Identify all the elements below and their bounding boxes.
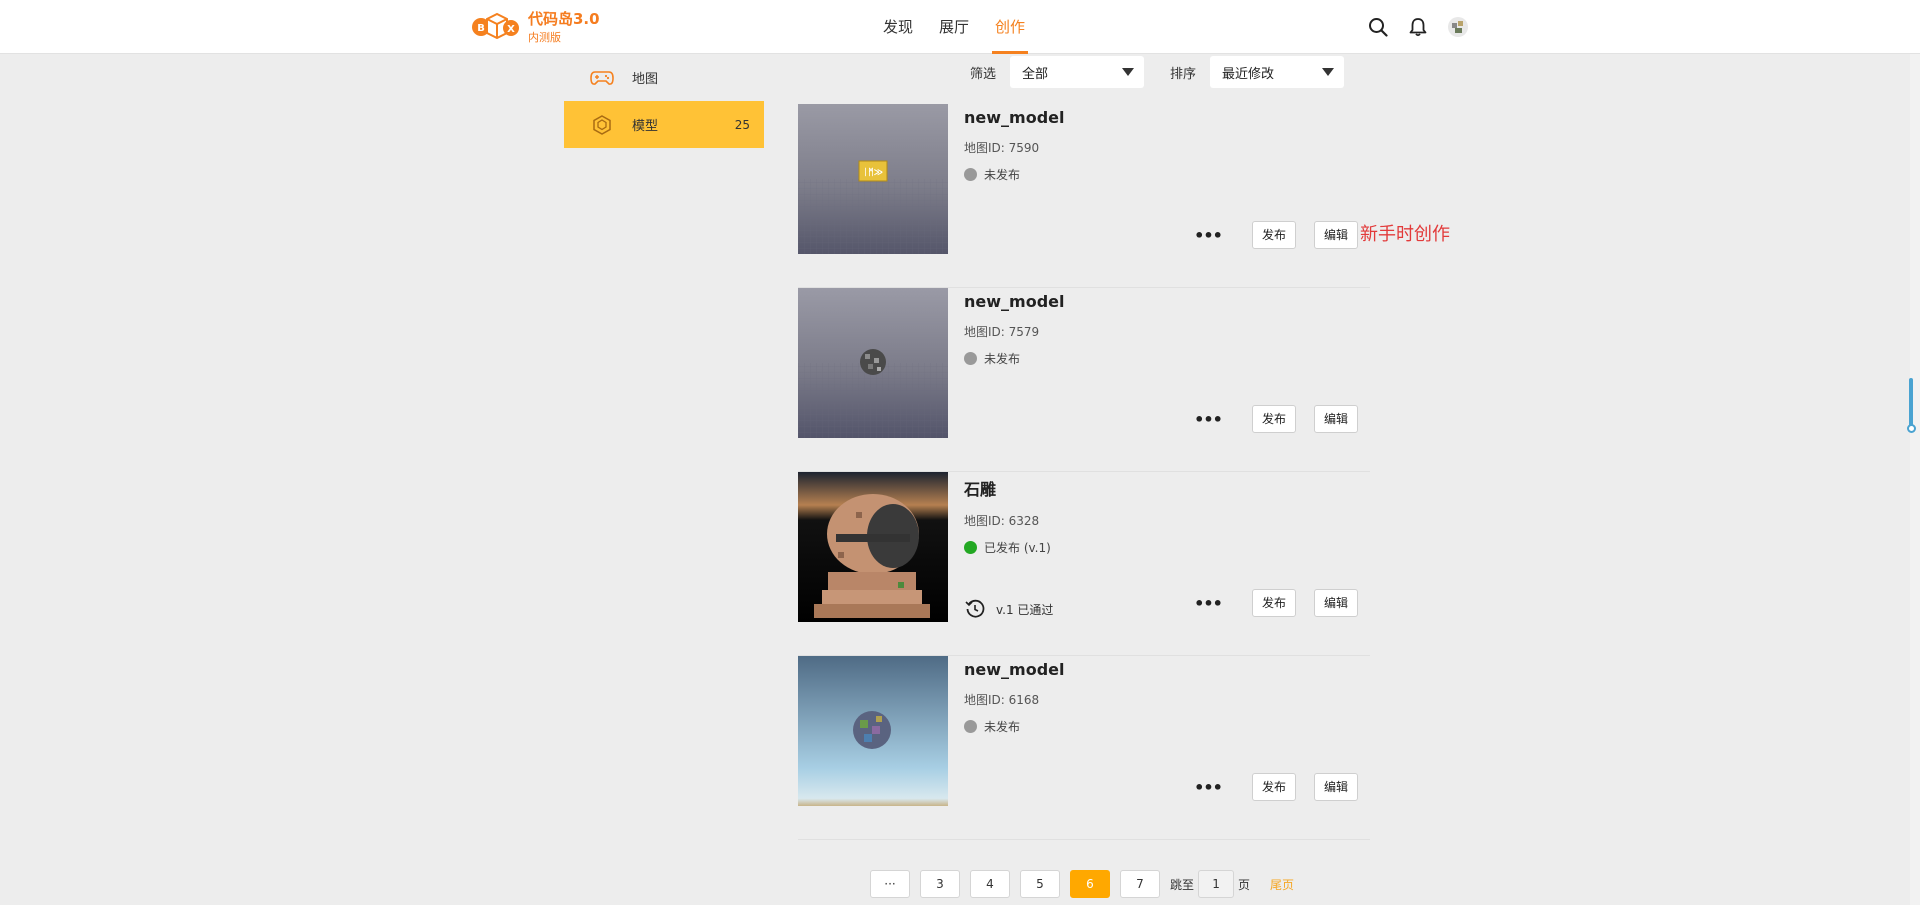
page-button-current[interactable]: 6 bbox=[1070, 870, 1110, 898]
list-item: 石雕 地图ID: 6328 已发布 (v.1) v.1 已通过 ••• 发布 编… bbox=[798, 472, 1370, 656]
model-id: 地图ID: 7590 bbox=[964, 141, 1040, 155]
model-thumbnail[interactable]: ᛁᛗ≫ bbox=[798, 104, 948, 254]
list-item: ᛁᛗ≫ new_model 地图ID: 7590 未发布 ••• 发布 编辑 新… bbox=[798, 104, 1450, 288]
status-dot-icon bbox=[964, 541, 977, 554]
status-text: 未发布 bbox=[984, 720, 1021, 734]
model-title[interactable]: new_model bbox=[964, 108, 1064, 127]
model-id: 地图ID: 6168 bbox=[964, 693, 1040, 707]
pagination: ··· 3 4 5 6 7 跳至 1 页 尾页 bbox=[870, 870, 1294, 898]
model-thumbnail[interactable] bbox=[798, 288, 948, 438]
page-button[interactable]: 4 bbox=[970, 870, 1010, 898]
model-list: ᛁᛗ≫ new_model 地图ID: 7590 未发布 ••• 发布 编辑 新… bbox=[798, 104, 1450, 840]
filter-value: 全部 bbox=[1022, 66, 1049, 82]
avatar[interactable] bbox=[1446, 15, 1470, 39]
publish-button[interactable]: 发布 bbox=[1251, 773, 1296, 801]
more-options-button[interactable]: ••• bbox=[1194, 405, 1223, 433]
status-badge: 已发布 (v.1) bbox=[964, 539, 1051, 556]
svg-text:X: X bbox=[507, 24, 515, 35]
annotation-note: 新手时创作 bbox=[1360, 224, 1450, 245]
gamepad-icon bbox=[590, 66, 614, 90]
sort-label: 排序 bbox=[1170, 66, 1197, 82]
page-jump: 跳至 1 页 bbox=[1170, 870, 1250, 898]
caret-down-icon bbox=[1122, 68, 1135, 76]
edit-button[interactable]: 编辑 bbox=[1313, 589, 1358, 617]
scrollbar-thumb[interactable] bbox=[1909, 378, 1913, 430]
edit-button[interactable]: 编辑 bbox=[1313, 405, 1358, 433]
model-title[interactable]: new_model bbox=[964, 660, 1064, 679]
model-thumbnail[interactable] bbox=[798, 656, 948, 806]
scrollbar-handle[interactable] bbox=[1907, 424, 1916, 433]
list-item: new_model 地图ID: 6168 未发布 ••• 发布 编辑 bbox=[798, 656, 1370, 840]
filter-select[interactable]: 全部 bbox=[1010, 56, 1145, 88]
history-icon bbox=[965, 599, 985, 618]
more-options-button[interactable]: ••• bbox=[1194, 589, 1223, 617]
model-id: 地图ID: 6328 bbox=[964, 514, 1040, 528]
publish-button[interactable]: 发布 bbox=[1251, 221, 1296, 249]
status-dot-icon bbox=[964, 720, 977, 733]
last-page-link[interactable]: 尾页 bbox=[1270, 876, 1294, 893]
status-text: 未发布 bbox=[984, 352, 1021, 366]
edit-button[interactable]: 编辑 bbox=[1313, 221, 1358, 249]
cube-icon bbox=[590, 113, 614, 137]
status-dot-icon bbox=[964, 352, 977, 365]
logo[interactable]: B X 代码岛3.0 内测版 bbox=[470, 10, 600, 44]
bell-icon[interactable] bbox=[1406, 15, 1430, 39]
nav-create[interactable]: 创作 bbox=[982, 0, 1038, 54]
filter-bar: 筛选 全部 排序 最近修改 bbox=[970, 56, 1370, 88]
list-item: new_model 地图ID: 7579 未发布 ••• 发布 编辑 bbox=[798, 288, 1370, 472]
review-text: v.1 已通过 bbox=[996, 602, 1054, 617]
status-badge: 未发布 bbox=[964, 718, 1064, 735]
edit-button[interactable]: 编辑 bbox=[1313, 773, 1358, 801]
status-text: 未发布 bbox=[984, 168, 1021, 182]
model-thumbnail[interactable] bbox=[798, 472, 948, 622]
page-ellipsis-button[interactable]: ··· bbox=[870, 870, 910, 898]
sidebar-item-map[interactable]: 地图 bbox=[564, 54, 764, 101]
status-badge: 未发布 bbox=[964, 350, 1064, 367]
publish-button[interactable]: 发布 bbox=[1251, 589, 1296, 617]
publish-button[interactable]: 发布 bbox=[1251, 405, 1296, 433]
more-options-button[interactable]: ••• bbox=[1194, 773, 1223, 801]
sidebar-item-label: 地图 bbox=[632, 72, 659, 87]
sort-value: 最近修改 bbox=[1222, 66, 1275, 82]
logo-title: 代码岛3.0 bbox=[528, 9, 600, 28]
nav-gallery[interactable]: 展厅 bbox=[926, 0, 982, 54]
jump-prefix: 跳至 bbox=[1170, 877, 1195, 892]
model-id: 地图ID: 7579 bbox=[964, 325, 1040, 339]
page-button[interactable]: 5 bbox=[1020, 870, 1060, 898]
model-title[interactable]: new_model bbox=[964, 292, 1064, 311]
sidebar-item-model[interactable]: 模型 25 bbox=[564, 101, 764, 148]
status-badge: 未发布 bbox=[964, 166, 1064, 183]
page-jump-input[interactable]: 1 bbox=[1198, 870, 1235, 898]
sidebar-item-label: 模型 bbox=[632, 119, 659, 134]
sort-select[interactable]: 最近修改 bbox=[1210, 56, 1345, 88]
logo-icon: B X bbox=[472, 12, 519, 40]
review-status: v.1 已通过 bbox=[964, 598, 1053, 620]
filter-label: 筛选 bbox=[970, 66, 997, 82]
top-header: B X 代码岛3.0 内测版 发现 展厅 创作 bbox=[0, 0, 1920, 54]
model-title[interactable]: 石雕 bbox=[964, 476, 1051, 500]
logo-subtitle: 内测版 bbox=[528, 30, 561, 44]
more-options-button[interactable]: ••• bbox=[1194, 221, 1223, 249]
item-count: 25 bbox=[734, 117, 750, 132]
svg-text:B: B bbox=[477, 23, 485, 34]
search-icon[interactable] bbox=[1366, 15, 1390, 39]
main-nav: 发现 展厅 创作 bbox=[870, 0, 1038, 54]
status-text: 已发布 (v.1) bbox=[984, 541, 1051, 555]
caret-down-icon bbox=[1322, 68, 1335, 76]
sidebar: 地图 模型 25 bbox=[564, 54, 764, 148]
page-button[interactable]: 7 bbox=[1120, 870, 1160, 898]
header-icons bbox=[1366, 15, 1470, 39]
jump-suffix: 页 bbox=[1238, 877, 1251, 892]
status-dot-icon bbox=[964, 168, 977, 181]
nav-discover[interactable]: 发现 bbox=[870, 0, 926, 54]
page-button[interactable]: 3 bbox=[920, 870, 960, 898]
thumb-badge-text: ᛁᛗ≫ bbox=[863, 167, 883, 178]
scrollbar-track[interactable] bbox=[1910, 54, 1920, 905]
